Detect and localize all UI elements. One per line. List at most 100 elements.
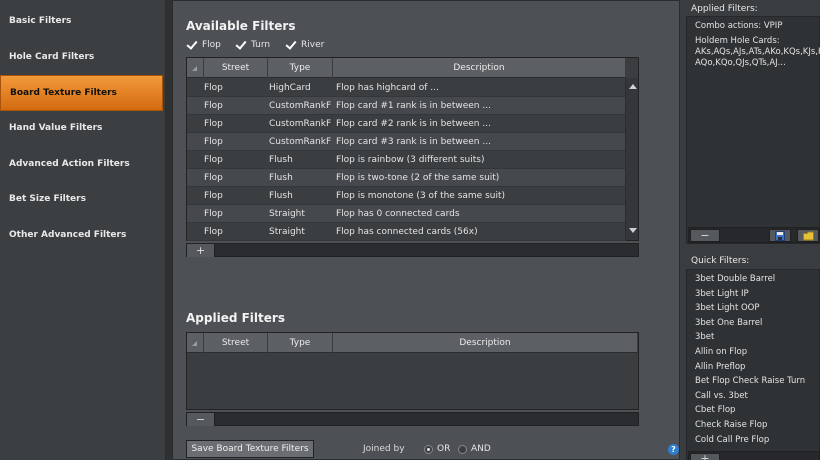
column-header-description[interactable]: Description: [333, 333, 638, 353]
join-or-radio[interactable]: OR: [424, 444, 450, 454]
sort-corner-icon: [187, 333, 204, 353]
quick-filter-item[interactable]: 3bet One Barrel: [695, 318, 762, 328]
table-row[interactable]: Flop CustomRankF Flop card #2 rank is in b…: [187, 115, 626, 133]
table-row[interactable]: Flop Straight Flop has connected cards (56…: [187, 223, 626, 241]
cell-type: Straight: [269, 227, 305, 237]
sidebar-item-label: Bet Size Filters: [9, 194, 86, 204]
row-gutter: [187, 169, 204, 187]
help-icon[interactable]: ?: [668, 444, 679, 455]
quick-filter-item[interactable]: 3bet Light OOP: [695, 303, 760, 313]
cell-type: Flush: [269, 173, 293, 183]
cell-description: Flop has 0 connected cards: [336, 209, 460, 219]
table-row[interactable]: Flop Flush Flop is monotone (3 of the same…: [187, 187, 626, 205]
row-gutter: [187, 223, 204, 241]
sidebar-item-label: Other Advanced Filters: [9, 230, 127, 240]
quick-filter-item[interactable]: Cbet Flop: [695, 405, 735, 415]
radio-label: AND: [471, 444, 491, 454]
table-row[interactable]: Flop CustomRankF Flop card #1 rank is in b…: [187, 97, 626, 115]
sidebar-item-board-texture-filters[interactable]: Board Texture Filters: [0, 75, 163, 111]
sidebar-item-basic-filters[interactable]: Basic Filters: [0, 3, 163, 39]
available-filters-title: Available Filters: [186, 19, 296, 33]
checkmark-icon: [186, 39, 198, 51]
sidebar-item-bet-size-filters[interactable]: Bet Size Filters: [0, 181, 163, 217]
checkbox-label: Flop: [202, 40, 221, 50]
table-row[interactable]: Flop Flush Flop is two-tone (2 of the same…: [187, 169, 626, 187]
radio-unselected-icon: [458, 444, 467, 454]
applied-filters-summary-label: Applied Filters:: [691, 4, 758, 14]
cell-description: Flop has highcard of ...: [336, 83, 439, 93]
add-quick-filter-button[interactable]: +: [690, 453, 720, 460]
join-and-radio[interactable]: AND: [458, 444, 491, 454]
row-gutter: [187, 79, 204, 97]
column-header-type[interactable]: Type: [268, 58, 333, 78]
cell-description: Flop card #1 rank is in between ...: [336, 101, 491, 111]
save-board-texture-filters-button[interactable]: Save Board Texture Filters: [186, 440, 314, 458]
table-scrollbar[interactable]: [625, 78, 638, 240]
quick-filters-label: Quick Filters:: [691, 256, 750, 266]
scroll-down-icon[interactable]: [629, 228, 637, 233]
column-header-type[interactable]: Type: [268, 333, 333, 353]
sidebar-item-other-advanced-filters[interactable]: Other Advanced Filters: [0, 217, 163, 253]
quick-filter-item[interactable]: 3bet Light IP: [695, 289, 749, 299]
cell-type: CustomRankF: [269, 119, 332, 129]
filter-category-sidebar: Basic Filters Hole Card Filters Board Te…: [0, 0, 166, 460]
available-table-toolbar: +: [186, 243, 639, 257]
app-window: Basic Filters Hole Card Filters Board Te…: [0, 0, 820, 460]
applied-summary-toolbar: −: [688, 227, 820, 243]
row-gutter: [187, 205, 204, 223]
add-filter-button[interactable]: +: [187, 244, 215, 257]
sidebar-item-label: Basic Filters: [9, 16, 72, 26]
applied-filters-summary-box: Combo actions: VPIP Holdem Hole Cards: A…: [686, 16, 820, 244]
applied-table-toolbar: −: [186, 412, 639, 426]
flop-checkbox[interactable]: Flop: [186, 39, 221, 51]
cell-street: Flop: [204, 101, 223, 111]
scroll-up-icon[interactable]: [629, 84, 637, 89]
cell-type: Flush: [269, 155, 293, 165]
river-checkbox[interactable]: River: [285, 39, 324, 51]
cell-type: Straight: [269, 209, 305, 219]
cell-type: CustomRankF: [269, 101, 332, 111]
table-header: Street Type Description: [187, 333, 638, 353]
quick-filter-item[interactable]: 3bet Double Barrel: [695, 274, 775, 284]
cell-description: Flop card #3 rank is in between ...: [336, 137, 491, 147]
quick-filter-item[interactable]: Call vs. 3bet: [695, 391, 748, 401]
sidebar-item-hole-card-filters[interactable]: Hole Card Filters: [0, 39, 163, 75]
save-icon[interactable]: [769, 229, 791, 242]
sidebar-item-label: Board Texture Filters: [10, 88, 117, 98]
quick-filter-item[interactable]: Cold Call Pre Flop: [695, 435, 769, 445]
quick-filter-item[interactable]: 3bet: [695, 332, 714, 342]
quick-filter-item[interactable]: Bet Flop Check Raise Turn: [695, 376, 805, 386]
filter-editor-panel: Available Filters Flop Turn River Street…: [172, 0, 680, 460]
cell-street: Flop: [204, 137, 223, 147]
cell-description: Flop is rainbow (3 different suits): [336, 155, 485, 165]
table-row[interactable]: Flop Straight Flop has 0 connected cards: [187, 205, 626, 223]
table-row[interactable]: Flop Flush Flop is rainbow (3 different su…: [187, 151, 626, 169]
sidebar-item-label: Hole Card Filters: [9, 52, 95, 62]
cell-type: CustomRankF: [269, 137, 332, 147]
sort-corner-icon: [187, 58, 204, 78]
folder-icon[interactable]: [797, 229, 819, 242]
remove-applied-button[interactable]: −: [690, 229, 720, 242]
cell-street: Flop: [204, 119, 223, 129]
cell-description: Flop has connected cards (56x): [336, 227, 478, 237]
checkbox-label: River: [301, 40, 325, 50]
column-header-street[interactable]: Street: [204, 58, 268, 78]
column-header-description[interactable]: Description: [333, 58, 626, 78]
table-row[interactable]: Flop CustomRankF Flop card #3 rank is in b…: [187, 133, 626, 151]
table-row[interactable]: Flop HighCard Flop has highcard of ...: [187, 79, 626, 97]
sidebar-item-advanced-action-filters[interactable]: Advanced Action Filters: [0, 146, 163, 182]
quick-filter-item[interactable]: Check Raise Flop: [695, 420, 767, 430]
quick-filters-toolbar: +: [688, 451, 820, 460]
column-header-street[interactable]: Street: [204, 333, 268, 353]
cell-street: Flop: [204, 155, 223, 165]
joined-by-label: Joined by: [363, 444, 405, 454]
cell-street: Flop: [204, 83, 223, 93]
cell-street: Flop: [204, 209, 223, 219]
remove-filter-button[interactable]: −: [187, 413, 215, 426]
sidebar-item-hand-value-filters[interactable]: Hand Value Filters: [0, 110, 163, 146]
quick-filter-item[interactable]: Allin on Flop: [695, 347, 747, 357]
sidebar-item-label: Hand Value Filters: [9, 123, 103, 133]
quick-filter-item[interactable]: Allin Preflop: [695, 362, 745, 372]
turn-checkbox[interactable]: Turn: [235, 39, 270, 51]
row-gutter: [187, 133, 204, 151]
